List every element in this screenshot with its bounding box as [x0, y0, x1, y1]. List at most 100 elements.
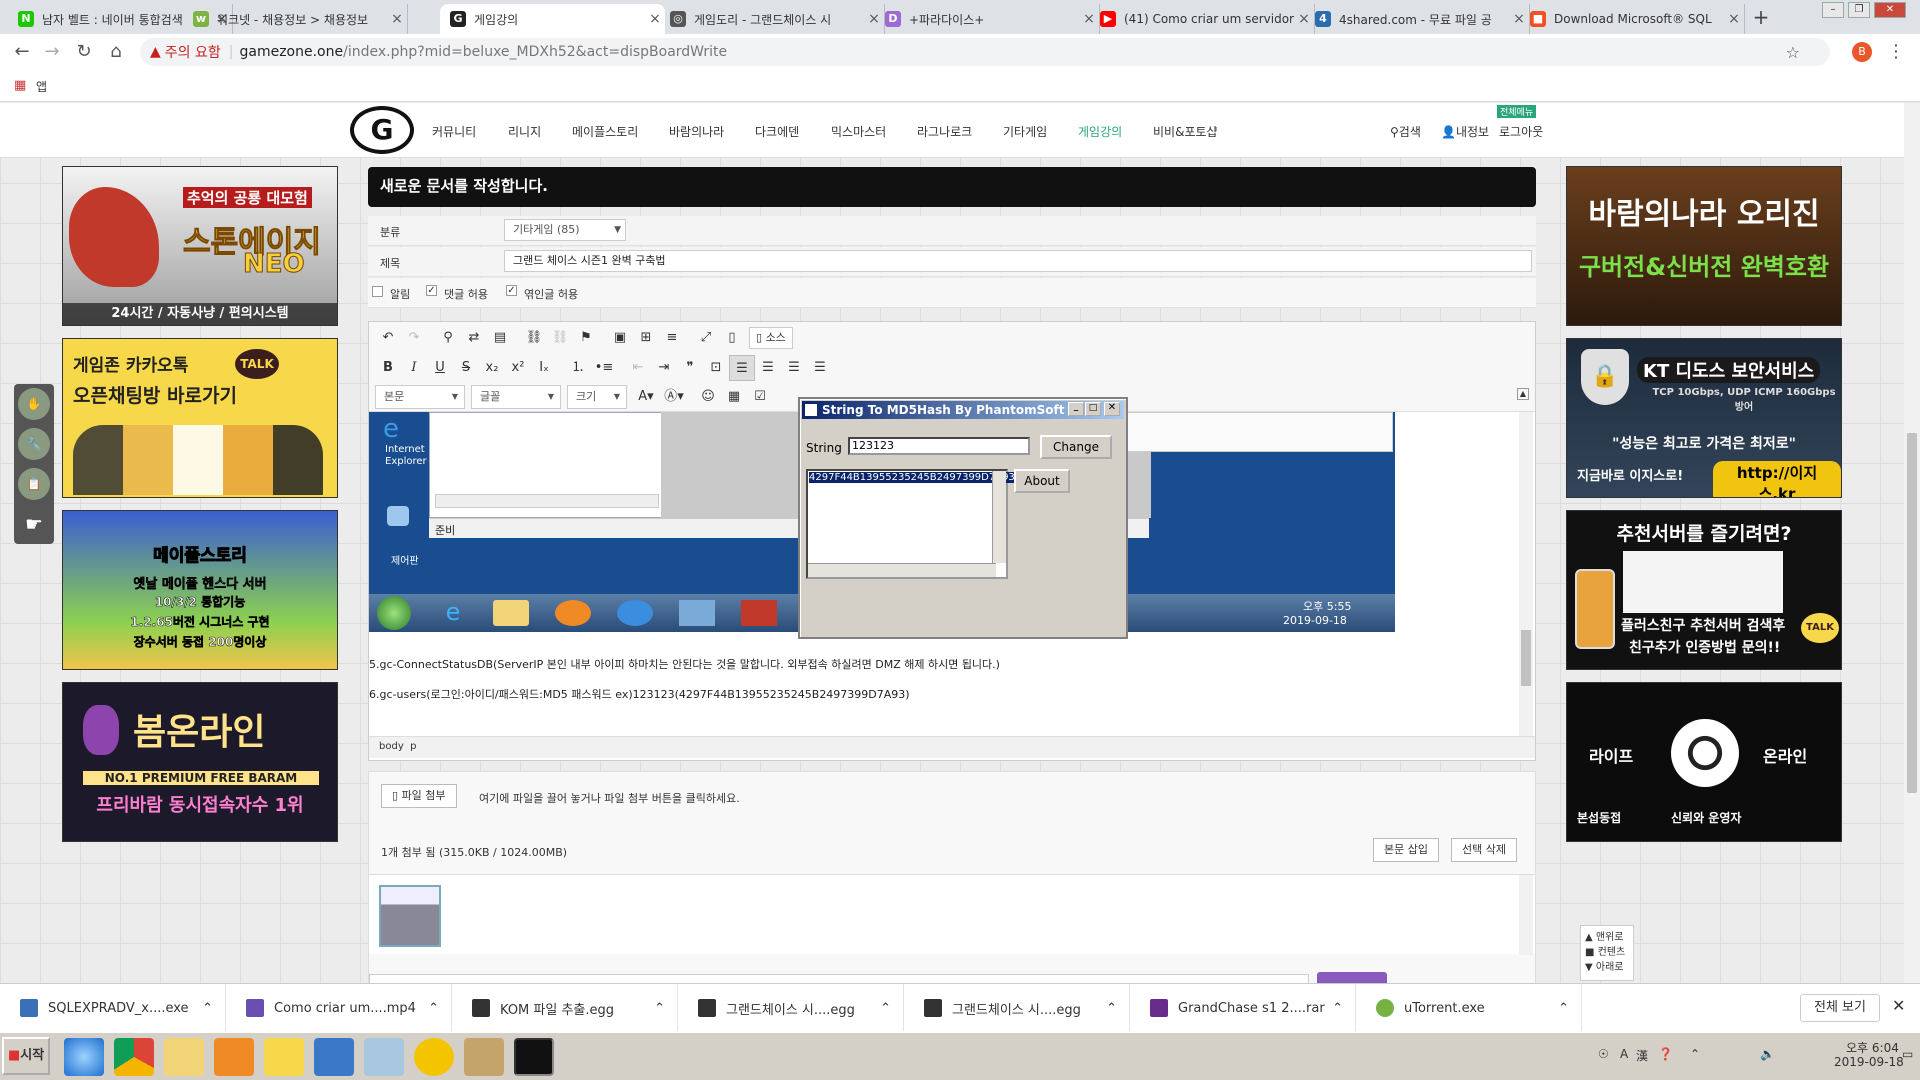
url-bar[interactable]: ▲ 주의 요함 | gamezone.one /index.php?mid=be…	[140, 38, 1830, 66]
potplayer-taskbar-icon[interactable]	[414, 1038, 454, 1076]
image-icon[interactable]: ▣	[607, 325, 633, 351]
undo-icon[interactable]: ↶	[375, 325, 401, 351]
notepad-taskbar-icon[interactable]	[364, 1038, 404, 1076]
editor-text-line[interactable]: 5.gc-ConnectStatusDB(ServerIP 본인 내부 아이피 …	[369, 656, 1000, 672]
logout-link[interactable]: 로그아웃	[1499, 123, 1543, 140]
right-banner-kt-ddos[interactable]: 🔒 KT 디도스 보안서비스 TCP 10Gbps, UDP ICMP 160G…	[1566, 338, 1842, 498]
menu-item-mixmaster[interactable]: 믹스마스터	[831, 123, 886, 140]
div-icon[interactable]: ⊡	[703, 355, 729, 381]
subject-input[interactable]: 그랜드 체이스 시즌1 완벽 구축법	[504, 250, 1532, 272]
scroll-top-link[interactable]: ▲ 맨위로	[1585, 928, 1629, 943]
category-select[interactable]: 기타게임 (85) ▼	[504, 219, 626, 241]
paragraph-style-select[interactable]: 본문 ▼	[375, 385, 465, 409]
chevron-up-icon[interactable]: ⌃	[880, 1001, 891, 1016]
dialog-close-button[interactable]: ✕	[1104, 402, 1120, 416]
help-tray-icon[interactable]: ❓	[1658, 1047, 1673, 1061]
wrench-icon[interactable]: 🔧	[18, 428, 50, 460]
emoticon-icon[interactable]: ☺	[695, 384, 721, 410]
editor-scrollbar-thumb[interactable]	[1521, 630, 1531, 686]
profile-avatar[interactable]: B	[1852, 42, 1872, 62]
clear-format-icon[interactable]: Iₓ	[531, 355, 557, 381]
browser-tab[interactable]: ◎ 게임도리 - 그랜드체이스 시 ×	[660, 4, 885, 34]
home-icon[interactable]: ⌂	[104, 41, 128, 63]
minimize-window-button[interactable]: –	[1822, 2, 1844, 18]
app-taskbar-icon[interactable]	[314, 1038, 354, 1076]
browser-tab[interactable]: 4 4shared.com - 무료 파일 공 ×	[1305, 4, 1530, 34]
browser-tab[interactable]: ▶ (41) Como criar um servidor ×	[1090, 4, 1315, 34]
search-link[interactable]: ⚲검색	[1390, 123, 1421, 140]
ime-a-indicator[interactable]: A	[1620, 1047, 1628, 1061]
ime-han-indicator[interactable]: 漢	[1636, 1047, 1648, 1064]
download-item[interactable]: Como criar um....mp4 ⌃	[226, 984, 452, 1032]
media-icon[interactable]: ▦	[721, 384, 747, 410]
underline-icon[interactable]: U	[427, 355, 453, 381]
menu-item-community[interactable]: 커뮤니티	[432, 123, 476, 140]
left-banner-kakao[interactable]: 게임존 카카오톡 오픈채팅방 바로가기 TALK	[62, 338, 338, 498]
align-justify-icon[interactable]: ☰	[807, 355, 833, 381]
network-tray-icon[interactable]: ☉	[1598, 1047, 1609, 1061]
find-icon[interactable]: ⚲	[435, 325, 461, 351]
new-tab-button[interactable]: +	[1748, 4, 1774, 30]
indent-icon[interactable]: ⇥	[651, 355, 677, 381]
all-menu-badge[interactable]: 전체메뉴	[1497, 105, 1537, 118]
string-input[interactable]: 123123	[848, 437, 1030, 455]
site-logo-icon[interactable]: G	[350, 106, 414, 154]
scroll-content-link[interactable]: ■ 컨텐츠	[1585, 943, 1629, 958]
font-size-select[interactable]: 크기 ▼	[567, 385, 627, 409]
text-color-icon[interactable]: A▾	[633, 384, 659, 410]
page-scrollbar[interactable]	[1904, 103, 1920, 983]
chevron-up-icon[interactable]: ⌃	[1332, 1001, 1343, 1016]
editor-scrollbar[interactable]	[1519, 412, 1533, 736]
checkbox-icon[interactable]: ☑	[747, 384, 773, 410]
browser-tab-active[interactable]: G 게임강의 ×	[440, 4, 665, 34]
tray-expand-icon[interactable]: ⌃	[1690, 1047, 1700, 1061]
outdent-icon[interactable]: ⇤	[625, 355, 651, 381]
insert-body-button[interactable]: 본문 삽입	[1373, 838, 1439, 862]
browser-menu-icon[interactable]: ⋮	[1884, 41, 1908, 63]
page-scrollbar-thumb[interactable]	[1907, 433, 1917, 793]
trackback-allow-checkbox[interactable]: ✓	[506, 285, 517, 296]
start-button[interactable]: ■시작	[2, 1037, 50, 1075]
close-tab-icon[interactable]: ×	[1724, 11, 1744, 27]
bullet-list-icon[interactable]: •≡	[591, 355, 617, 381]
change-button[interactable]: Change	[1040, 435, 1112, 459]
about-button[interactable]: About	[1014, 469, 1070, 493]
blockquote-icon[interactable]: ❞	[677, 355, 703, 381]
close-window-button[interactable]: ✕	[1874, 2, 1906, 18]
source-button[interactable]: ▯ 소스	[749, 327, 793, 349]
path-p[interactable]: p	[410, 741, 416, 752]
volume-tray-icon[interactable]: 🔈	[1760, 1047, 1775, 1061]
kakaotalk-taskbar-icon[interactable]	[264, 1038, 304, 1076]
left-banner-stoneage[interactable]: 추억의 공룡 대모험 스톤에이지 NEO 24시간 / 자동사냥 / 편의시스템	[62, 166, 338, 326]
horizontal-rule-icon[interactable]: ≡	[659, 325, 685, 351]
dialog-maximize-button[interactable]: □	[1085, 402, 1101, 416]
menu-item-lineage[interactable]: 리니지	[508, 123, 541, 140]
hash-output[interactable]: 4297F44B13955235245B2497399D7A93	[806, 469, 1015, 579]
right-banner-baram-origin[interactable]: 바람의나라 오리진 구버전&신버전 완벽호환	[1566, 166, 1842, 326]
browser-tab[interactable]: ■ Download Microsoft® SQL ×	[1520, 4, 1745, 34]
blocks-icon[interactable]: ▯	[719, 325, 745, 351]
left-banner-maplestory[interactable]: 메이플스토리 옛날 메이플 헨스다 서버 10/3/2 통합기능 1.2.65버…	[62, 510, 338, 670]
menu-item-baram[interactable]: 바람의나라	[669, 123, 724, 140]
chevron-up-icon[interactable]: ⌃	[202, 1001, 213, 1016]
numbered-list-icon[interactable]: ⒈	[565, 355, 591, 381]
chevron-up-icon[interactable]: ⌃	[1558, 1001, 1569, 1016]
download-item[interactable]: SQLEXPRADV_x....exe ⌃	[0, 984, 226, 1032]
explorer-taskbar-icon[interactable]	[164, 1038, 204, 1076]
font-family-select[interactable]: 글꼴 ▼	[471, 385, 561, 409]
right-banner-plusfriend[interactable]: 추천서버를 즐기려면? 플러스친구 추천서버 검색후 친구추가 인증방법 문의!…	[1566, 510, 1842, 670]
reload-icon[interactable]: ↻	[72, 41, 96, 63]
subscript-icon[interactable]: x₂	[479, 355, 505, 381]
align-center-icon[interactable]: ☰	[755, 355, 781, 381]
myinfo-link[interactable]: 👤내정보	[1441, 123, 1489, 140]
maximize-icon[interactable]: ⤢	[693, 325, 719, 351]
forward-icon[interactable]: →	[40, 41, 64, 63]
redo-icon[interactable]: ↷	[401, 325, 427, 351]
link-icon[interactable]: ⛓	[521, 325, 547, 351]
dialog-titlebar[interactable]: String To MD5Hash By PhantomSoft _ □ ✕	[802, 401, 1124, 419]
path-body[interactable]: body	[379, 741, 404, 752]
replace-icon[interactable]: ⇄	[461, 325, 487, 351]
collapse-toolbar-icon[interactable]: ▲	[1517, 388, 1529, 400]
menu-item-ragnarok[interactable]: 라그나로크	[917, 123, 972, 140]
close-tab-icon[interactable]: ×	[387, 11, 407, 27]
